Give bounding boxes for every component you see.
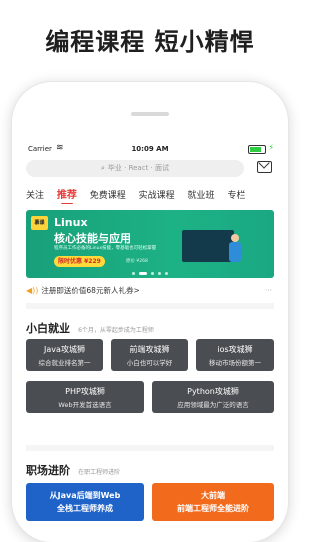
search-icon: ⌕	[100, 164, 105, 172]
category-tabs: 关注 推荐 免费课程 实战课程 就业班 专栏	[26, 182, 274, 204]
track-name: PHP攻城狮	[65, 387, 105, 396]
banner-description: 程序员工作必备的Linux技能，零基础也可轻松掌握	[54, 246, 157, 251]
tab-practical-courses[interactable]: 实战课程	[139, 184, 175, 201]
track-card-python[interactable]: Python攻城狮 应用领域最为广泛的语言	[152, 381, 274, 413]
carousel-dot[interactable]	[165, 272, 168, 275]
speaker-icon: ◀))	[26, 286, 39, 295]
track-name: 前端攻城狮	[129, 345, 170, 354]
tab-recommend[interactable]: 推荐	[57, 182, 77, 204]
button-line2: 前端工程师全能进阶	[177, 504, 249, 513]
section-subtitle: 在职工程师进阶	[78, 469, 121, 476]
carousel-dot[interactable]	[132, 272, 135, 275]
section-title: 小白就业	[26, 322, 70, 335]
tab-follow[interactable]: 关注	[26, 184, 44, 201]
status-bar: Carrier ≋ 10:09 AM ⚡	[26, 142, 274, 156]
battery-icon	[248, 145, 266, 154]
track-name: Python攻城狮	[187, 387, 239, 396]
banner-title-line1: Linux	[54, 216, 88, 229]
carousel-indicator	[26, 272, 274, 275]
search-row: ⌕ 毕业 · React · 面试	[26, 156, 274, 182]
frontend-advance-button[interactable]: 大前端 前端工程师全能进阶	[152, 483, 274, 521]
section-header-beginner: 小白就业 6个月，从零起步成为工程师	[26, 317, 274, 335]
carousel-dot[interactable]	[151, 272, 154, 275]
section-subtitle: 6个月，从零起步成为工程师	[78, 327, 154, 334]
banner-illustration-screen	[182, 230, 234, 262]
track-desc: 移动市场份额第一	[209, 359, 261, 367]
status-time: 10:09 AM	[131, 145, 169, 153]
track-card-java[interactable]: Java攻城狮 综合就业排名第一	[26, 339, 103, 371]
more-icon[interactable]: ···	[265, 283, 272, 299]
track-name: ios攻城狮	[217, 345, 253, 354]
section-title: 职场进阶	[26, 464, 70, 477]
track-card-ios[interactable]: ios攻城狮 移动市场份额第一	[196, 339, 274, 371]
track-desc: 综合就业排名第一	[38, 359, 91, 367]
banner-promo-price: 限时优惠 ¥229	[54, 256, 105, 267]
notice-bar[interactable]: ◀)) 注册即送价值68元新人礼券> ···	[26, 283, 274, 299]
section-divider	[26, 303, 274, 309]
track-desc: 小白也可以学好	[126, 359, 173, 367]
phone-frame: Carrier ≋ 10:09 AM ⚡ ⌕ 毕业 · React · 面试 关注…	[12, 82, 288, 542]
tab-job-class[interactable]: 就业班	[188, 184, 215, 201]
banner-logo: 慕课	[31, 216, 48, 230]
track-card-php[interactable]: PHP攻城狮 Web开发首选语言	[26, 381, 144, 413]
track-name: Java攻城狮	[44, 345, 85, 354]
track-desc: Web开发首选语言	[58, 401, 112, 409]
advance-buttons: 从Java后端到Web 全栈工程师养成 大前端 前端工程师全能进阶	[26, 483, 274, 523]
search-placeholder: 毕业 · React · 面试	[107, 164, 169, 172]
banner-title-line2: 核心技能与应用	[54, 232, 131, 245]
carousel-dot-active[interactable]	[139, 272, 147, 275]
section-header-advance: 职场进阶 在职工程师进阶	[26, 459, 274, 477]
app-screen: Carrier ≋ 10:09 AM ⚡ ⌕ 毕业 · React · 面试 关注…	[26, 142, 274, 542]
mail-icon[interactable]	[257, 161, 272, 173]
banner-illustration-person	[228, 234, 242, 268]
tab-free-courses[interactable]: 免费课程	[90, 184, 126, 201]
track-card-frontend[interactable]: 前端攻城狮 小白也可以学好	[111, 339, 188, 371]
button-line2: 全栈工程师养成	[57, 504, 113, 513]
track-desc: 应用领域最为广泛的语言	[177, 401, 249, 409]
career-track-grid: Java攻城狮 综合就业排名第一 前端攻城狮 小白也可以学好 ios攻城狮 移动…	[26, 339, 274, 441]
fullstack-course-button[interactable]: 从Java后端到Web 全栈工程师养成	[26, 483, 144, 521]
phone-speaker	[131, 112, 169, 116]
headline: 编程课程 短小精悍	[45, 28, 255, 56]
charging-icon: ⚡	[268, 143, 274, 152]
notice-text: 注册即送价值68元新人礼券>	[41, 286, 140, 295]
button-line1: 大前端	[201, 491, 225, 500]
carousel-dot[interactable]	[158, 272, 161, 275]
button-line1: 从Java后端到Web	[49, 491, 121, 500]
search-input[interactable]: ⌕ 毕业 · React · 面试	[26, 160, 244, 177]
banner-original-price: 原价 ¥268	[126, 259, 148, 264]
tab-column[interactable]: 专栏	[227, 184, 245, 201]
section-divider	[26, 445, 274, 451]
promo-banner[interactable]: 慕课 Linux 核心技能与应用 程序员工作必备的Linux技能，零基础也可轻松…	[26, 210, 274, 278]
